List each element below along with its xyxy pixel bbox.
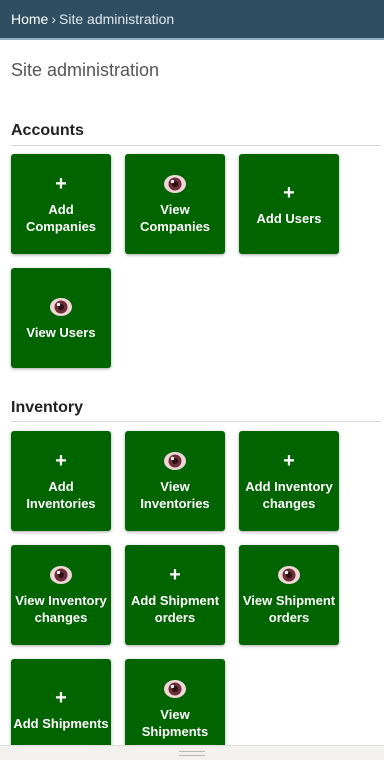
add-inventories-button[interactable]: + Add Inventories <box>11 431 111 531</box>
eye-icon <box>163 678 187 700</box>
add-inventory-changes-button[interactable]: + Add Inventory changes <box>239 431 339 531</box>
plus-icon: + <box>55 686 67 709</box>
plus-icon: + <box>283 181 295 204</box>
tile-label: Add Shipment orders <box>130 593 220 625</box>
tile-label: View Inventory changes <box>15 593 107 625</box>
tile-label: Add Inventory changes <box>245 479 333 511</box>
tile-label: Add Inventories <box>26 479 96 511</box>
breadcrumb-current: Site administration <box>59 11 175 27</box>
eye-icon <box>163 173 187 195</box>
plus-icon: + <box>55 450 67 472</box>
tile-label: View Companies <box>139 202 211 234</box>
view-inventories-button[interactable]: View Inventories <box>125 431 225 531</box>
eye-icon <box>49 564 73 586</box>
section-title-accounts: Accounts <box>11 122 84 139</box>
plus-icon: + <box>169 564 181 586</box>
eye-icon <box>163 450 187 472</box>
breadcrumb-home-link[interactable]: Home <box>11 11 48 27</box>
eye-icon <box>277 564 301 586</box>
tile-label: View Shipments <box>141 707 209 739</box>
bottom-bar <box>0 745 384 760</box>
view-shipment-orders-button[interactable]: View Shipment orders <box>239 545 339 645</box>
add-users-button[interactable]: + Add Users <box>239 154 339 254</box>
view-shipments-button[interactable]: View Shipments <box>125 659 225 759</box>
tile-label: View Inventories <box>140 479 210 511</box>
view-inventory-changes-button[interactable]: View Inventory changes <box>11 545 111 645</box>
section-divider <box>11 145 381 146</box>
tile-label: Add Companies <box>25 202 97 234</box>
breadcrumb-separator: › <box>51 11 57 27</box>
tile-label: View Shipment orders <box>242 593 336 625</box>
add-shipments-button[interactable]: + Add Shipments <box>11 659 111 759</box>
section-divider <box>11 421 381 422</box>
tile-label: Add Shipments <box>13 715 109 731</box>
tile-label: View Users <box>26 324 96 340</box>
plus-icon: + <box>283 450 295 472</box>
page-title: Site administration <box>11 60 160 80</box>
drag-handle-icon[interactable] <box>179 750 205 756</box>
plus-icon: + <box>55 173 67 195</box>
add-shipment-orders-button[interactable]: + Add Shipment orders <box>125 545 225 645</box>
view-companies-button[interactable]: View Companies <box>125 154 225 254</box>
breadcrumb: Home › Site administration <box>0 0 384 40</box>
eye-icon <box>49 296 73 318</box>
add-companies-button[interactable]: + Add Companies <box>11 154 111 254</box>
tile-label: Add Users <box>256 210 322 226</box>
view-users-button[interactable]: View Users <box>11 268 111 368</box>
section-title-inventory: Inventory <box>11 399 84 416</box>
